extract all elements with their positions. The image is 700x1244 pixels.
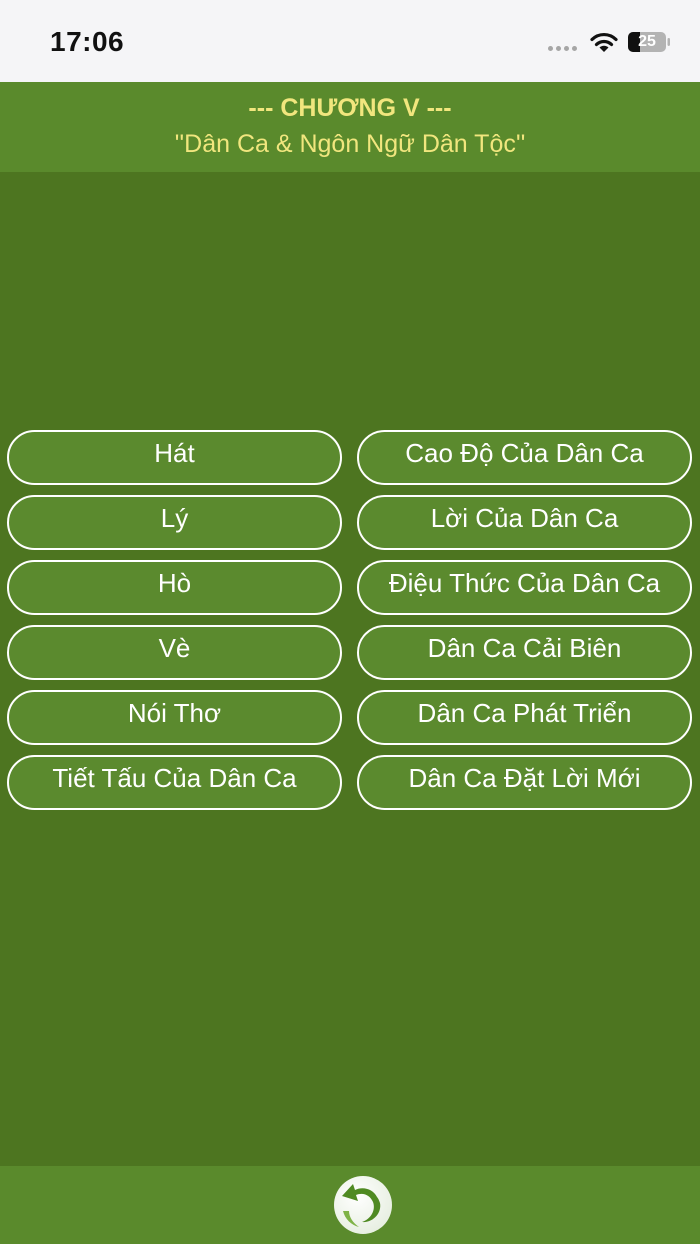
cellular-signal-icon [548, 46, 577, 51]
topic-button-cao-do[interactable]: Cao Độ Của Dân Ca [357, 430, 692, 485]
status-bar: 17:06 25 [0, 0, 700, 82]
chapter-header: --- CHƯƠNG V --- ''Dân Ca & Ngôn Ngữ Dân… [0, 82, 700, 172]
footer-bar [0, 1166, 700, 1244]
topic-button-dat-loi-moi[interactable]: Dân Ca Đặt Lời Mới [357, 755, 692, 810]
chapter-subtitle: ''Dân Ca & Ngôn Ngữ Dân Tộc'' [174, 130, 526, 158]
topic-button-noi-tho[interactable]: Nói Thơ [7, 690, 342, 745]
back-arrow-icon[interactable] [333, 1175, 393, 1235]
topic-button-ve[interactable]: Vè [7, 625, 342, 680]
battery-level: 25 [638, 33, 656, 50]
topic-button-hat[interactable]: Hát [7, 430, 342, 485]
topic-button-loi[interactable]: Lời Của Dân Ca [357, 495, 692, 550]
topic-button-tiet-tau[interactable]: Tiết Tấu Của Dân Ca [7, 755, 342, 810]
topic-button-ho[interactable]: Hò [7, 560, 342, 615]
wifi-icon [590, 32, 618, 52]
topic-area: Hát Cao Độ Của Dân Ca Lý Lời Của Dân Ca … [0, 172, 700, 1166]
topic-grid: Hát Cao Độ Của Dân Ca Lý Lời Của Dân Ca … [7, 430, 693, 810]
topic-button-dieu-thuc[interactable]: Điệu Thức Của Dân Ca [357, 560, 692, 615]
topic-button-ly[interactable]: Lý [7, 495, 342, 550]
topic-button-phat-trien[interactable]: Dân Ca Phát Triển [357, 690, 692, 745]
chapter-title: --- CHƯƠNG V --- [248, 94, 452, 122]
topic-button-cai-bien[interactable]: Dân Ca Cải Biên [357, 625, 692, 680]
status-time: 17:06 [50, 26, 125, 57]
